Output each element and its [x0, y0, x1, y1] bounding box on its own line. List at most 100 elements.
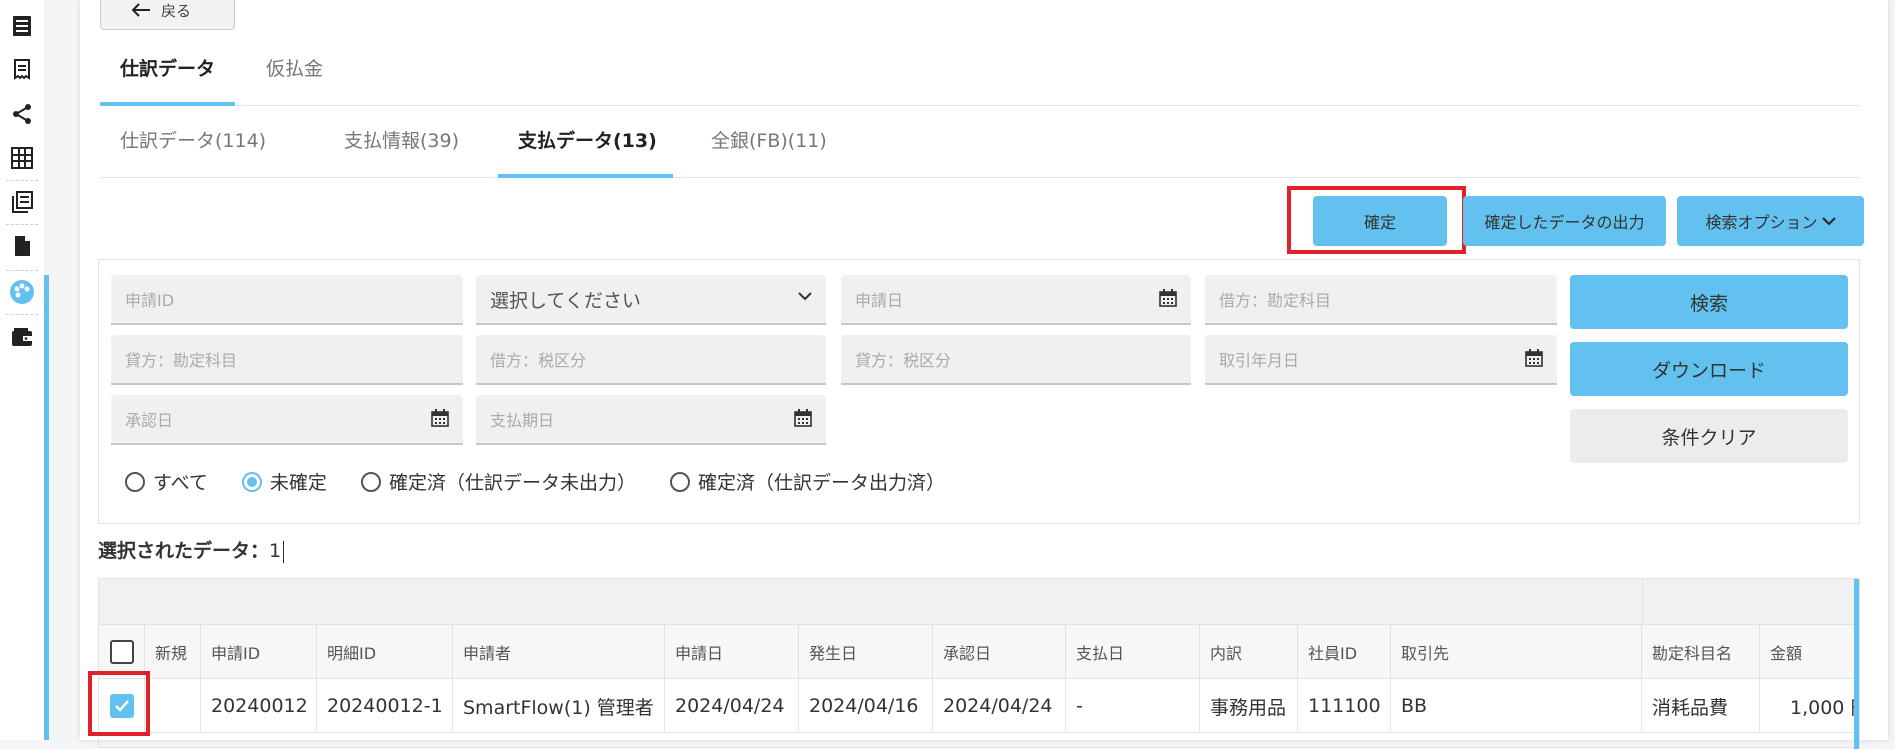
cell-applicant: SmartFlow(1) 管理者 [453, 679, 665, 733]
col-applicant[interactable]: 申請者 [453, 625, 665, 679]
search-options-button[interactable]: 検索オプション [1677, 196, 1864, 246]
cell-application-date: 2024/04/24 [665, 679, 799, 733]
cell-occurrence-date: 2024/04/16 [799, 679, 933, 733]
debit-tax-field[interactable]: 借方：税区分 [476, 335, 826, 385]
table-row[interactable]: 20240012 20240012-1 SmartFlow(1) 管理者 202… [99, 679, 1859, 733]
cell-detail-id: 20240012-1 [317, 679, 453, 733]
col-detail-id[interactable]: 明細ID [317, 625, 453, 679]
application-date-placeholder: 申請日 [855, 291, 904, 310]
radio-all-label: すべて [153, 472, 208, 494]
calendar-icon[interactable] [1159, 289, 1177, 307]
clear-conditions-button[interactable]: 条件クリア [1570, 409, 1848, 463]
col-application-date[interactable]: 申請日 [665, 625, 799, 679]
download-button[interactable]: ダウンロード [1570, 342, 1848, 396]
credit-tax-field[interactable]: 貸方：税区分 [841, 335, 1191, 385]
col-new[interactable]: 新規 [145, 625, 201, 679]
application-id-field[interactable]: 申請ID [111, 275, 463, 325]
palette-icon[interactable] [8, 278, 36, 306]
radio-confirmed-not-exported-label: 確定済（仕訳データ未出力） [388, 472, 636, 494]
table-header-group [99, 579, 1859, 625]
cell-vendor: BB [1391, 679, 1642, 733]
main-tabs: 仕訳データ 仮払金 [100, 40, 1860, 106]
col-amount[interactable]: 金額 [1760, 625, 1856, 679]
search-panel: 申請ID 選択してください 申請日 借方：勘定科目 貸方：勘定科目 借方：税区分… [98, 259, 1860, 524]
cell-new [145, 679, 201, 733]
payment-data-table: 新規 申請ID 明細ID 申請者 申請日 発生日 承認日 支払日 内訳 社員ID… [98, 578, 1860, 749]
library-icon[interactable] [8, 188, 36, 216]
select-all-checkbox[interactable] [110, 640, 134, 664]
col-employee-id[interactable]: 社員ID [1298, 625, 1391, 679]
payment-due-field[interactable]: 支払期日 [476, 395, 826, 445]
radio-circle[interactable] [125, 471, 145, 492]
radio-all[interactable]: すべて [125, 468, 208, 495]
check-icon [115, 700, 129, 712]
radio-circle[interactable] [360, 471, 381, 492]
arrow-left-icon [131, 3, 150, 17]
col-account-name[interactable]: 勘定科目名 [1642, 625, 1760, 679]
main-panel: 戻る 仕訳データ 仮払金 仕訳データ(114) 支払情報(39) 支払データ(1… [80, 0, 1888, 749]
radio-confirmed-exported[interactable]: 確定済（仕訳データ出力済） [669, 468, 945, 495]
radio-unconfirmed-label: 未確定 [269, 472, 327, 494]
icon-rail [0, 0, 44, 740]
document-icon[interactable] [8, 232, 36, 260]
row-checkbox[interactable] [110, 694, 134, 718]
calendar-icon[interactable] [794, 409, 812, 427]
radio-confirmed-exported-label: 確定済（仕訳データ出力済） [697, 472, 945, 494]
approval-date-placeholder: 承認日 [125, 411, 174, 430]
col-payment-date[interactable]: 支払日 [1066, 625, 1200, 679]
application-date-field[interactable]: 申請日 [841, 275, 1191, 325]
confirm-button[interactable]: 確定 [1313, 196, 1447, 246]
table-scroll-indicator[interactable] [1854, 579, 1859, 749]
radio-unconfirmed[interactable]: 未確定 [241, 468, 327, 495]
cell-account-name: 消耗品費 [1642, 679, 1760, 733]
table-header: 新規 申請ID 明細ID 申請者 申請日 発生日 承認日 支払日 内訳 社員ID… [99, 625, 1859, 679]
col-vendor[interactable]: 取引先 [1391, 625, 1642, 679]
cell-payment-date: - [1066, 679, 1200, 733]
selected-count-value: 1 [269, 540, 282, 562]
cell-employee-id: 111100 [1298, 679, 1391, 733]
search-button[interactable]: 検索 [1570, 275, 1848, 329]
wallet-icon[interactable] [8, 324, 36, 352]
receipt-icon[interactable] [8, 56, 36, 84]
tab-payment-data[interactable]: 支払データ(13) [518, 126, 657, 153]
tab-journal-data[interactable]: 仕訳データ [120, 54, 215, 81]
debit-account-field[interactable]: 借方：勘定科目 [1205, 275, 1557, 325]
cell-approval-date: 2024/04/24 [933, 679, 1066, 733]
approval-date-field[interactable]: 承認日 [111, 395, 463, 445]
row-select-cell [99, 679, 145, 733]
export-confirmed-button[interactable]: 確定したデータの出力 [1463, 196, 1666, 246]
radio-circle[interactable] [669, 471, 690, 492]
credit-account-field[interactable]: 貸方：勘定科目 [111, 335, 463, 385]
tab-journal-count[interactable]: 仕訳データ(114) [120, 126, 266, 153]
type-select[interactable]: 選択してください [476, 275, 826, 325]
col-approval-date[interactable]: 承認日 [933, 625, 1066, 679]
selected-count: 選択されたデータ：1 [98, 536, 285, 563]
list-icon[interactable] [8, 12, 36, 40]
col-occurrence-date[interactable]: 発生日 [799, 625, 933, 679]
cell-application-id: 20240012 [201, 679, 317, 733]
tab-advance-payment[interactable]: 仮払金 [266, 54, 323, 81]
chevron-down-icon [1821, 217, 1836, 226]
back-button[interactable]: 戻る [100, 0, 235, 30]
col-application-id[interactable]: 申請ID [201, 625, 317, 679]
transaction-date-placeholder: 取引年月日 [1219, 351, 1300, 370]
type-select-value: 選択してください [490, 289, 641, 312]
back-button-label: 戻る [161, 1, 192, 20]
sub-tabs: 仕訳データ(114) 支払情報(39) 支払データ(13) 全銀(FB)(11) [100, 106, 1860, 178]
transaction-date-field[interactable]: 取引年月日 [1205, 335, 1557, 385]
tab-zengin-fb[interactable]: 全銀(FB)(11) [711, 126, 827, 153]
share-icon[interactable] [8, 100, 36, 128]
select-all-cell [99, 625, 145, 679]
tab-payment-info[interactable]: 支払情報(39) [344, 126, 459, 153]
selected-count-label: 選択されたデータ： [98, 540, 270, 562]
calendar-icon[interactable] [1525, 349, 1543, 367]
chevron-down-icon [798, 292, 812, 301]
col-breakdown[interactable]: 内訳 [1200, 625, 1298, 679]
cell-breakdown: 事務用品 [1200, 679, 1298, 733]
cell-amount: 1,000 円 [1790, 696, 1856, 719]
radio-confirmed-not-exported[interactable]: 確定済（仕訳データ未出力） [360, 468, 636, 495]
grid-icon[interactable] [8, 144, 36, 172]
calendar-icon[interactable] [431, 409, 449, 427]
radio-circle-selected[interactable] [241, 471, 262, 492]
payment-due-placeholder: 支払期日 [490, 411, 555, 430]
